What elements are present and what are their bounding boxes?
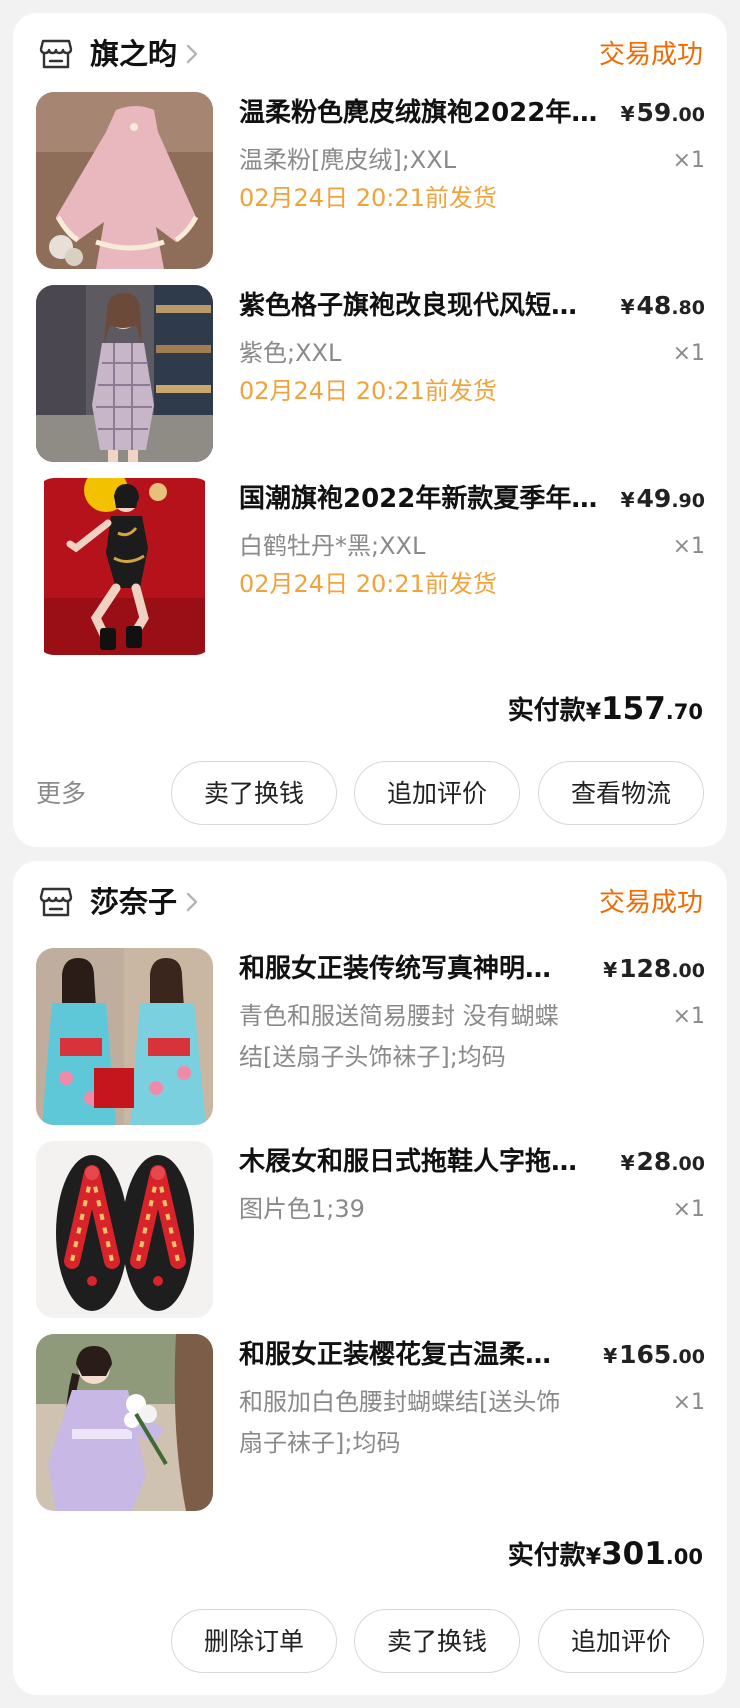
item-quantity: ×1 bbox=[672, 148, 705, 173]
shop-link[interactable]: 莎奈子 bbox=[90, 879, 203, 925]
order-item[interactable]: 和服女正装传统写真神明… 青色和服送简易腰封 没有蝴蝶结[送扇子头饰袜子];均码… bbox=[36, 948, 705, 1126]
shipping-note: 02月24日 20:21前发货 bbox=[239, 570, 497, 598]
item-price: ¥49.90 bbox=[621, 482, 705, 519]
order-total: 实付款¥157.70 bbox=[508, 689, 703, 734]
order-status: 交易成功 bbox=[598, 40, 703, 70]
sell-for-cash-button[interactable]: 卖了换钱 bbox=[354, 1609, 520, 1673]
order-item[interactable]: 国潮旗袍2022年新款夏季年… 白鹤牡丹*黑;XXL 02月24日 20:21前… bbox=[36, 478, 705, 656]
price-decimal: .00 bbox=[671, 1153, 705, 1175]
price-decimal: .00 bbox=[671, 1346, 705, 1368]
price-decimal: .00 bbox=[671, 960, 705, 982]
item-spec: 紫色;XXL bbox=[239, 339, 342, 367]
item-quantity: ×1 bbox=[672, 341, 705, 366]
item-title[interactable]: 温柔粉色麂皮绒旗袍2022年… bbox=[239, 96, 607, 130]
price-currency: ¥ bbox=[620, 102, 635, 126]
item-title[interactable]: 紫色格子旗袍改良现代风短… bbox=[239, 289, 607, 323]
shop-name: 莎奈子 bbox=[90, 885, 178, 919]
total-decimal: .70 bbox=[665, 700, 703, 724]
delete-order-button[interactable]: 删除订单 bbox=[171, 1609, 337, 1673]
item-title[interactable]: 木屐女和服日式拖鞋人字拖… bbox=[239, 1145, 607, 1179]
shop-header: 旗之昀 交易成功 bbox=[38, 31, 703, 77]
add-review-button[interactable]: 追加评价 bbox=[538, 1609, 704, 1673]
product-thumbnail[interactable] bbox=[36, 1141, 213, 1318]
shop-storefront-icon bbox=[39, 39, 73, 69]
item-spec: 温柔粉[麂皮绒];XXL bbox=[239, 146, 457, 174]
shop-name: 旗之昀 bbox=[90, 37, 178, 71]
price-decimal: .00 bbox=[671, 104, 705, 126]
chevron-right-icon bbox=[186, 44, 198, 64]
order-item[interactable]: 木屐女和服日式拖鞋人字拖… 图片色1;39 ¥28.00 ×1 bbox=[36, 1141, 705, 1319]
total-integer: 157 bbox=[601, 691, 666, 727]
item-title[interactable]: 国潮旗袍2022年新款夏季年… bbox=[239, 482, 607, 516]
add-review-button[interactable]: 追加评价 bbox=[354, 761, 520, 825]
order-card: 旗之昀 交易成功 温柔粉色麂皮绒旗袍2022年… 温柔粉[麂皮绒];XXL 02… bbox=[13, 13, 727, 847]
shop-link[interactable]: 旗之昀 bbox=[90, 31, 203, 77]
price-currency: ¥ bbox=[620, 488, 635, 512]
price-integer: 165 bbox=[619, 1340, 672, 1369]
total-label: 实付款 bbox=[507, 1541, 586, 1571]
product-thumbnail[interactable] bbox=[36, 948, 213, 1125]
price-currency: ¥ bbox=[603, 1344, 618, 1368]
item-quantity: ×1 bbox=[672, 1390, 705, 1415]
order-item[interactable]: 和服女正装樱花复古温柔… 和服加白色腰封蝴蝶结[送头饰扇子袜子];均码 ¥165… bbox=[36, 1334, 705, 1512]
item-spec: 青色和服送简易腰封 没有蝴蝶结[送扇子头饰袜子];均码 bbox=[239, 1002, 559, 1071]
product-thumbnail[interactable] bbox=[36, 285, 213, 462]
price-integer: 49 bbox=[636, 484, 672, 513]
product-thumbnail[interactable] bbox=[36, 1334, 213, 1511]
price-decimal: .80 bbox=[671, 297, 705, 319]
product-thumbnail[interactable] bbox=[36, 478, 213, 655]
chevron-right-icon bbox=[186, 892, 198, 912]
total-currency: ¥ bbox=[585, 700, 602, 725]
price-integer: 28 bbox=[636, 1147, 672, 1176]
total-label: 实付款 bbox=[507, 696, 586, 726]
price-currency: ¥ bbox=[603, 958, 618, 982]
view-logistics-button[interactable]: 查看物流 bbox=[538, 761, 704, 825]
shop-header: 莎奈子 交易成功 bbox=[38, 879, 703, 925]
item-spec: 图片色1;39 bbox=[239, 1195, 365, 1223]
item-quantity: ×1 bbox=[672, 1004, 705, 1029]
price-currency: ¥ bbox=[620, 1151, 635, 1175]
price-integer: 59 bbox=[636, 98, 672, 127]
order-item[interactable]: 紫色格子旗袍改良现代风短… 紫色;XXL 02月24日 20:21前发货 ¥48… bbox=[36, 285, 705, 463]
shipping-note: 02月24日 20:21前发货 bbox=[239, 184, 497, 212]
shop-storefront-icon bbox=[39, 887, 73, 917]
order-card: 莎奈子 交易成功 和服女正装传统写真神明… 青色和服送简易腰封 没有蝴蝶结[送扇… bbox=[13, 861, 727, 1695]
item-title[interactable]: 和服女正装樱花复古温柔… bbox=[239, 1338, 569, 1372]
price-decimal: .90 bbox=[671, 490, 705, 512]
item-price: ¥165.00 bbox=[603, 1338, 705, 1375]
item-quantity: ×1 bbox=[672, 534, 705, 559]
sell-for-cash-button[interactable]: 卖了换钱 bbox=[171, 761, 337, 825]
total-currency: ¥ bbox=[585, 1545, 602, 1570]
item-price: ¥48.80 bbox=[621, 289, 705, 326]
item-price: ¥59.00 bbox=[621, 96, 705, 133]
item-price: ¥28.00 bbox=[621, 1145, 705, 1182]
price-integer: 128 bbox=[619, 954, 672, 983]
more-link[interactable]: 更多 bbox=[36, 774, 86, 814]
order-status: 交易成功 bbox=[598, 888, 703, 918]
item-title[interactable]: 和服女正装传统写真神明… bbox=[239, 952, 569, 986]
item-spec: 白鹤牡丹*黑;XXL bbox=[239, 532, 426, 560]
price-integer: 48 bbox=[636, 291, 672, 320]
order-item[interactable]: 温柔粉色麂皮绒旗袍2022年… 温柔粉[麂皮绒];XXL 02月24日 20:2… bbox=[36, 92, 705, 270]
item-quantity: ×1 bbox=[672, 1197, 705, 1222]
item-spec: 和服加白色腰封蝴蝶结[送头饰扇子袜子];均码 bbox=[239, 1388, 561, 1457]
product-thumbnail[interactable] bbox=[36, 92, 213, 269]
shipping-note: 02月24日 20:21前发货 bbox=[239, 377, 497, 405]
total-integer: 301 bbox=[601, 1536, 666, 1572]
order-total: 实付款¥301.00 bbox=[508, 1534, 703, 1579]
item-price: ¥128.00 bbox=[603, 952, 705, 989]
price-currency: ¥ bbox=[620, 295, 635, 319]
total-decimal: .00 bbox=[665, 1545, 703, 1569]
